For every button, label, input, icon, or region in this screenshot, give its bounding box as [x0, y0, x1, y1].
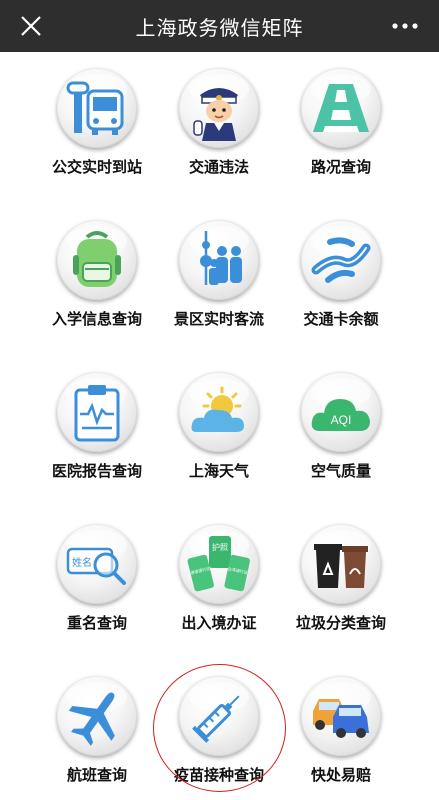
tile-icon-circle — [301, 220, 381, 300]
service-grid: 公交实时到站 交通违法 路况查询 入学信息查询 景区实时客流 交通卡余额 医院报… — [0, 52, 439, 800]
tile-label: 空气质量 — [310, 462, 371, 480]
crowd-tower-icon — [200, 231, 242, 285]
traffic-police-icon — [193, 88, 238, 141]
more-icon[interactable] — [391, 16, 419, 36]
tile-garbage-sorting[interactable]: 垃圾分类查询 — [268, 516, 414, 666]
airplane-icon — [68, 692, 115, 746]
tile-icon-circle — [179, 68, 259, 148]
aqi-cloud-icon: AQI — [311, 399, 370, 431]
medical-report-icon — [74, 385, 120, 442]
tile-icon-circle — [57, 372, 137, 452]
tile-icon-circle — [57, 68, 137, 148]
tile-icon-circle: 护照 港澳通行证 台湾通行证 — [179, 524, 259, 604]
transit-card-icon — [311, 237, 371, 283]
passport-icon: 护照 港澳通行证 台湾通行证 — [187, 536, 250, 592]
tile-air-quality[interactable]: AQI 空气质量 — [268, 364, 414, 514]
tile-label: 交通卡余额 — [303, 310, 379, 328]
tile-label: 快处易赔 — [310, 766, 371, 784]
tile-quick-claim[interactable]: 快处易赔 — [268, 668, 414, 800]
cars-icon — [313, 699, 369, 738]
tile-icon-circle — [301, 676, 381, 756]
tile-card-balance[interactable]: 交通卡余额 — [268, 212, 414, 362]
tile-label: 路况查询 — [310, 158, 371, 176]
tile-icon-circle — [57, 220, 137, 300]
svg-text:AQI: AQI — [331, 413, 352, 427]
tile-road-condition[interactable]: 路况查询 — [268, 60, 414, 210]
road-icon — [313, 84, 369, 132]
svg-text:护照: 护照 — [212, 542, 228, 552]
tile-icon-circle — [57, 676, 137, 756]
tile-icon-circle — [179, 676, 259, 756]
backpack-icon — [73, 231, 121, 287]
tile-label: 垃圾分类查询 — [295, 614, 386, 632]
trash-bins-icon — [314, 544, 368, 588]
tile-icon-circle — [301, 524, 381, 604]
close-icon[interactable] — [18, 13, 44, 39]
syringe-icon — [192, 695, 240, 743]
bus-icon — [66, 81, 124, 135]
tile-icon-circle — [179, 220, 259, 300]
page-title: 上海政务微信矩阵 — [135, 15, 304, 40]
tile-icon-circle — [179, 372, 259, 452]
tile-icon-circle: 姓名 — [57, 524, 137, 604]
weather-icon — [191, 386, 244, 432]
name-search-icon: 姓名 — [66, 547, 126, 585]
tile-icon-circle — [301, 68, 381, 148]
title-bar: 上海政务微信矩阵 — [0, 0, 439, 52]
tile-icon-circle: AQI — [301, 372, 381, 452]
svg-text:姓名: 姓名 — [72, 556, 92, 569]
